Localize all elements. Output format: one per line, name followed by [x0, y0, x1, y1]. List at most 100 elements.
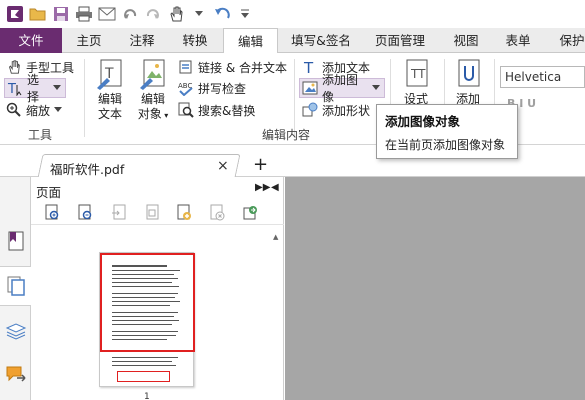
layers-panel-button[interactable]	[0, 311, 31, 351]
font-name-field[interactable]: Helvetica	[500, 66, 585, 88]
document-tab-title: 福昕软件.pdf	[50, 162, 125, 177]
tab-edit[interactable]: 编辑	[223, 28, 278, 54]
edit-text-label: 编辑 文本	[97, 92, 122, 121]
page-thumbnail[interactable]	[99, 252, 195, 387]
tab-convert[interactable]: 转换	[171, 28, 219, 53]
edit-object-button[interactable]: 编辑 对象 ▾	[131, 57, 175, 123]
panel-scrollbar[interactable]: ▲	[272, 233, 282, 400]
thumbnail-text-line	[112, 282, 172, 283]
tooltip-description: 在当前页添加图像对象	[385, 138, 506, 152]
comment-icon	[6, 366, 26, 382]
add-text-icon: T	[303, 59, 314, 75]
undo-icon[interactable]	[119, 3, 141, 25]
comments-panel-button[interactable]	[0, 355, 31, 395]
thumbnail-text-line	[112, 286, 179, 287]
pages-panel-title: 页面	[36, 185, 62, 200]
thumbnail-text-line	[112, 274, 174, 275]
add-more-button[interactable]: 添加	[446, 57, 490, 107]
chevron-down-icon	[53, 85, 61, 90]
panel-expand-icon[interactable]: ▶▶	[255, 182, 270, 193]
edit-object-icon	[131, 57, 175, 91]
redo-icon[interactable]	[142, 3, 164, 25]
scroll-up-icon[interactable]: ▲	[273, 233, 278, 241]
bookmark-panel-button[interactable]	[0, 221, 31, 261]
email-icon[interactable]	[96, 3, 118, 25]
chevron-down-icon: ▾	[161, 111, 169, 120]
tab-form[interactable]: 表单	[494, 28, 542, 53]
panel-collapse-icon[interactable]: ◀	[271, 182, 279, 193]
link-merge-text-button[interactable]: 链接 & 合并文本	[178, 57, 287, 77]
new-tab-button[interactable]: +	[253, 154, 268, 175]
zoom-out-page-icon[interactable]	[73, 203, 98, 223]
zoom-icon	[6, 102, 21, 117]
select-tool-button[interactable]: T 选择	[4, 73, 66, 104]
replace-page-icon	[139, 203, 164, 223]
print-icon[interactable]	[73, 3, 95, 25]
thumbnail-text-line	[112, 324, 172, 325]
format-style-button[interactable]: TT 设式	[394, 57, 438, 107]
layers-icon	[5, 323, 26, 340]
thumbnail-text-line	[112, 365, 176, 366]
thumbnail-text-line	[112, 265, 167, 267]
add-shape-icon	[302, 102, 318, 117]
hand-tool-icon	[9, 60, 20, 74]
add-more-icon	[446, 57, 490, 91]
page-tools-toolbar	[31, 201, 284, 225]
quick-access-toolbar	[0, 0, 585, 28]
spell-check-button[interactable]: ABC 拼写检查	[178, 78, 246, 98]
edit-text-icon: T	[88, 57, 132, 91]
chevron-down-icon[interactable]	[188, 3, 210, 25]
svg-text:T: T	[7, 82, 16, 96]
more-icon[interactable]	[234, 3, 256, 25]
thumbnail-text-line	[112, 305, 170, 306]
add-image-button[interactable]: 添加图像	[299, 73, 385, 104]
thumbnail-red-box	[117, 371, 170, 382]
pages-panel-button[interactable]	[0, 266, 32, 306]
spell-check-icon: ABC	[178, 82, 193, 96]
tab-view[interactable]: 视图	[442, 28, 490, 53]
add-shape-button[interactable]: 添加形状	[302, 100, 370, 120]
pages-panel: 页面 ▶▶ ◀ ▲ 1	[31, 177, 284, 400]
tooltip-title: 添加图像对象	[385, 114, 461, 129]
hand-icon[interactable]	[165, 3, 187, 25]
tab-protect[interactable]: 保护	[548, 28, 585, 53]
edit-text-button[interactable]: T 编辑 文本	[88, 57, 132, 122]
page-number: 1	[144, 392, 150, 400]
tab-page-management[interactable]: 页面管理	[364, 28, 436, 53]
tab-file[interactable]: 文件	[0, 28, 62, 53]
extract-page-icon	[106, 203, 131, 223]
tab-fill-sign[interactable]: 填写&签名	[283, 28, 359, 53]
thumbnail-text-line	[112, 357, 178, 358]
left-navigation-bar	[0, 177, 32, 400]
thumbnail-text-line	[112, 335, 176, 336]
zoom-in-page-icon[interactable]	[40, 203, 65, 223]
search-replace-icon	[178, 102, 194, 118]
ribbon-divider	[84, 59, 85, 137]
document-canvas[interactable]	[285, 177, 585, 400]
save-icon[interactable]	[50, 3, 72, 25]
tab-comment[interactable]: 注释	[118, 28, 166, 53]
selected-page-viewport	[100, 253, 195, 352]
insert-page-icon[interactable]	[172, 203, 197, 223]
tab-home[interactable]: 主页	[65, 28, 113, 53]
open-icon[interactable]	[27, 3, 49, 25]
svg-text:T: T	[303, 59, 314, 75]
thumbnail-text-line	[112, 270, 180, 271]
bookmark-icon	[8, 231, 23, 251]
thumbnail-text-line	[112, 278, 178, 279]
thumbnail-text-line	[112, 293, 178, 294]
close-tab-button[interactable]: ×	[217, 158, 229, 174]
thumbnail-text-line	[112, 331, 178, 332]
delete-page-icon	[205, 203, 230, 223]
rotate-page-icon[interactable]	[238, 203, 263, 223]
add-image-icon	[302, 81, 318, 95]
add-shape-label: 添加形状	[322, 103, 371, 118]
link-icon	[179, 60, 192, 74]
zoom-tool-button[interactable]: 缩放	[6, 100, 66, 120]
undo-arrow-icon[interactable]	[211, 3, 233, 25]
thumbnail-text-line	[112, 297, 175, 298]
thumbnail-text-line	[112, 316, 174, 317]
search-replace-button[interactable]: 搜索&替换	[178, 100, 255, 120]
search-replace-label: 搜索&替换	[198, 103, 256, 118]
thumbnail-text-line	[112, 361, 172, 362]
